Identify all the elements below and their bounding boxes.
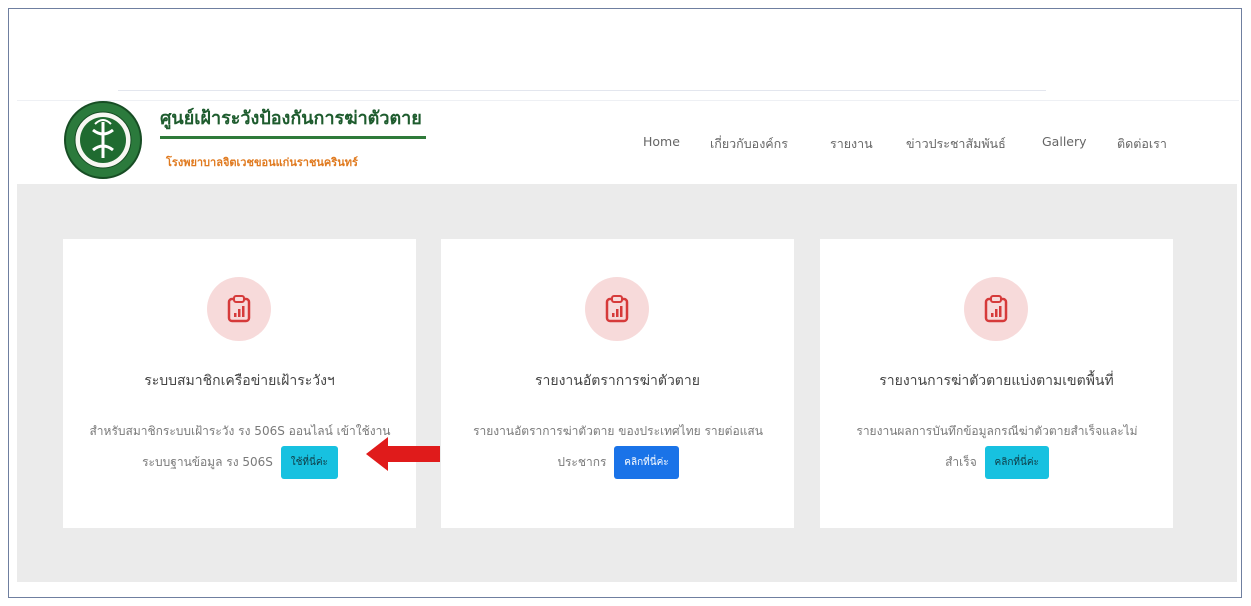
brand-subtitle: โรงพยาบาลจิตเวชขอนแก่นราชนครินทร์: [166, 156, 358, 169]
nav-reports[interactable]: รายงาน: [830, 134, 873, 154]
card-title: ระบบสมาชิกเครือข่ายเฝ้าระวังฯ: [144, 373, 335, 389]
red-arrow-left-icon: [366, 437, 440, 471]
card-title: รายงานการฆ่าตัวตายแบ่งตามเขตพื้นที่: [879, 373, 1114, 389]
card-description: สำหรับสมาชิกระบบเฝ้าระวัง รง 506S ออนไลน…: [87, 417, 393, 479]
brand-underline: [160, 136, 426, 139]
click-here-button[interactable]: คลิกที่นี่ค่ะ: [614, 446, 679, 479]
card-member-system: ระบบสมาชิกเครือข่ายเฝ้าระวังฯ สำหรับสมาช…: [63, 239, 416, 528]
clipboard-chart-icon: [207, 277, 271, 341]
ministry-logo[interactable]: [63, 100, 153, 184]
card-description: รายงานผลการบันทึกข้อมูลกรณีฆ่าตัวตายสำเร…: [844, 417, 1150, 479]
top-divider: [118, 90, 1046, 91]
clipboard-chart-icon: [585, 277, 649, 341]
nav-news[interactable]: ข่าวประชาสัมพันธ์: [906, 134, 1006, 154]
card-text: สำหรับสมาชิกระบบเฝ้าระวัง รง 506S ออนไลน…: [89, 424, 391, 469]
brand-title: ศูนย์เฝ้าระวังป้องกันการฆ่าตัวตาย: [160, 108, 422, 129]
card-suicide-rate-report: รายงานอัตราการฆ่าตัวตาย รายงานอัตราการฆ่…: [441, 239, 794, 528]
nav-gallery[interactable]: Gallery: [1042, 134, 1087, 149]
nav-contact[interactable]: ติดต่อเรา: [1117, 134, 1167, 154]
click-here-button[interactable]: คลิกที่นี่ค่ะ: [984, 446, 1049, 479]
nav-about[interactable]: เกี่ยวกับองค์กร: [710, 134, 788, 154]
card-area-report: รายงานการฆ่าตัวตายแบ่งตามเขตพื้นที่ รายง…: [820, 239, 1173, 528]
card-title: รายงานอัตราการฆ่าตัวตาย: [535, 373, 700, 389]
navbar-divider: [17, 100, 1239, 101]
clipboard-chart-icon: [964, 277, 1028, 341]
nav-home[interactable]: Home: [643, 134, 680, 149]
card-description: รายงานอัตราการฆ่าตัวตาย ของประเทศไทย ราย…: [465, 417, 771, 479]
services-section: ระบบสมาชิกเครือข่ายเฝ้าระวังฯ สำหรับสมาช…: [17, 184, 1237, 582]
use-here-button[interactable]: ใช้ที่นี่ค่ะ: [280, 446, 338, 479]
